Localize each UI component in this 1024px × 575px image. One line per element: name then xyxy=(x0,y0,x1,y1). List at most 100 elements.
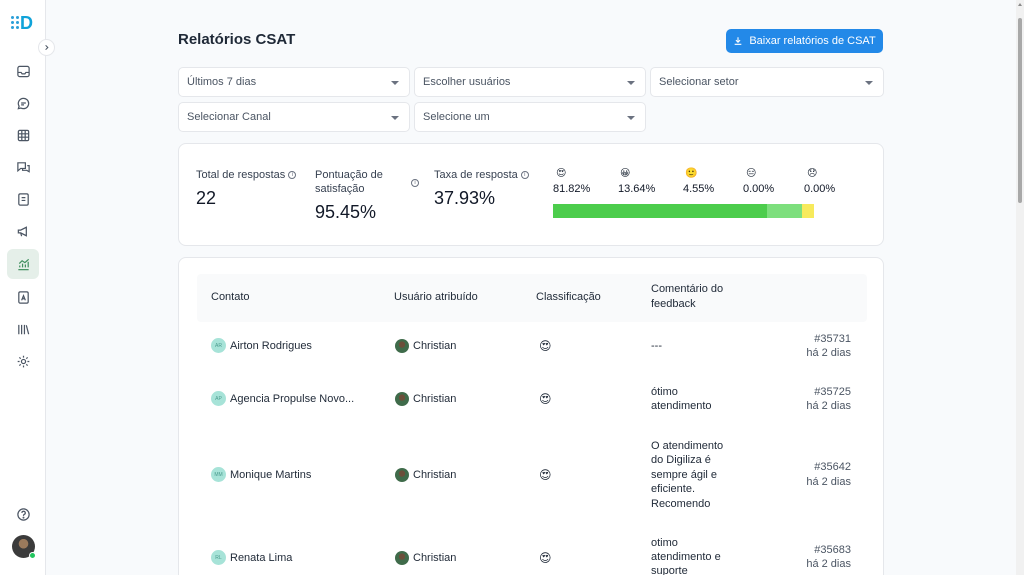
scroll-up-arrow-icon[interactable] xyxy=(1018,3,1022,6)
rating-pct-love: 81.82% xyxy=(553,183,591,195)
user-avatar[interactable] xyxy=(12,535,36,559)
ticket-number[interactable]: #35642 xyxy=(771,460,851,475)
agent-name: Christian xyxy=(413,469,457,481)
satisfaction-score-value: 95.45% xyxy=(315,202,377,222)
document-a-icon xyxy=(17,290,29,304)
agent-name: Christian xyxy=(413,340,457,352)
period-select[interactable]: Últimos 7 dias xyxy=(178,67,410,97)
response-rate-label: Taxa de resposta i xyxy=(434,168,529,182)
agent-avatar xyxy=(395,339,409,353)
rating-emoji-smile: 🙂 xyxy=(685,168,698,179)
feedback-comment: suporte xyxy=(651,565,688,575)
column-header-contact[interactable]: Contato xyxy=(211,290,250,305)
contact-name[interactable]: Agencia Propulse Novo... xyxy=(230,392,354,407)
feedback-comment: eficiente. xyxy=(651,483,696,495)
response-rate-value: 37.93% xyxy=(434,188,496,208)
reports-chart-icon xyxy=(17,258,29,270)
total-responses-value: 22 xyxy=(196,188,217,208)
rating-emoji: 😍 xyxy=(539,392,552,406)
inbox-icon xyxy=(16,65,30,77)
csat-stats-card: Total de respostas i 22 Pontuação de sat… xyxy=(178,143,884,246)
ticket-time: há 2 dias xyxy=(806,400,851,412)
rating-pct-smile: 4.55% xyxy=(683,183,715,195)
sidebar-item-inbox[interactable] xyxy=(7,56,39,86)
distribution-segment-happy xyxy=(766,204,803,218)
sidebar-item-grid[interactable] xyxy=(7,120,39,150)
agent-avatar xyxy=(395,392,409,406)
scrollbar-thumb[interactable] xyxy=(1018,18,1022,203)
feedback-comment: ótimo xyxy=(651,386,678,398)
feedback-comment: otimo xyxy=(651,537,678,549)
contact-avatar: MM xyxy=(211,467,226,482)
sidebar-item-library[interactable] xyxy=(7,314,39,344)
info-icon[interactable]: i xyxy=(520,171,529,180)
total-responses-label-text: Total de respostas xyxy=(196,169,286,181)
contact-name[interactable]: Airton Rodrigues xyxy=(230,339,312,354)
column-header-rating[interactable]: Classificação xyxy=(536,290,601,305)
main-content: Relatórios CSAT Baixar relatórios de CSA… xyxy=(46,0,1016,575)
rating-pct-happy: 13.64% xyxy=(618,183,656,195)
page-scrollbar[interactable] xyxy=(1016,0,1024,575)
feedback-table: Contato Usuário atribuído Classificação … xyxy=(178,257,884,575)
agent-name: Christian xyxy=(413,552,457,564)
gear-icon xyxy=(17,355,29,367)
sidebar-item-reports[interactable] xyxy=(7,249,39,279)
ticket-number[interactable]: #35683 xyxy=(771,543,851,558)
channel-select[interactable]: Selecionar Canal xyxy=(178,102,410,132)
channel-select-value: Selecionar Canal xyxy=(187,111,271,123)
contact-name[interactable]: Monique Martins xyxy=(230,468,311,483)
feedback-comment: atendimento e xyxy=(651,551,721,563)
sidebar-item-conversations[interactable] xyxy=(7,152,39,182)
ticket-time: há 2 dias xyxy=(806,558,851,570)
ticket-number[interactable]: #35731 xyxy=(771,332,851,347)
agent-avatar xyxy=(395,551,409,565)
sector-select[interactable]: Selecionar setor xyxy=(650,67,884,97)
feedback-comment: O atendimento xyxy=(651,440,724,452)
feedback-comment: Recomendo xyxy=(651,498,711,510)
chevron-down-icon xyxy=(391,116,399,120)
agent-avatar xyxy=(395,468,409,482)
sidebar-collapse-button[interactable] xyxy=(38,39,55,56)
column-header-comment-line1[interactable]: Comentário do xyxy=(651,282,723,297)
chat-bubble-icon xyxy=(16,97,29,110)
contact-name[interactable]: Renata Lima xyxy=(230,551,292,566)
download-csat-button[interactable]: Baixar relatórios de CSAT xyxy=(726,29,883,53)
sidebar-item-settings[interactable] xyxy=(7,346,39,376)
rating-emoji: 😍 xyxy=(539,339,552,353)
generic-select[interactable]: Selecione um xyxy=(414,102,646,132)
feedback-comment: atendimento xyxy=(651,400,712,412)
sidebar-item-chat[interactable] xyxy=(7,88,39,118)
column-header-assigned-user[interactable]: Usuário atribuído xyxy=(394,290,478,305)
rating-emoji-love: 😍 xyxy=(556,168,567,179)
logo-dots xyxy=(11,16,19,30)
ticket-number[interactable]: #35725 xyxy=(771,385,851,400)
chevron-down-icon xyxy=(627,81,635,85)
column-header-comment-line2[interactable]: feedback xyxy=(651,297,696,312)
table-header: Contato Usuário atribuído Classificação … xyxy=(197,274,867,322)
agent-name: Christian xyxy=(413,393,457,405)
chevron-down-icon xyxy=(627,116,635,120)
info-icon[interactable]: i xyxy=(288,171,297,180)
sidebar-item-documents[interactable] xyxy=(7,282,39,312)
users-select[interactable]: Escolher usuários xyxy=(414,67,646,97)
sidebar-item-campaigns[interactable] xyxy=(7,216,39,246)
help-circle-icon xyxy=(16,507,30,521)
rating-emoji-happy: 😀 xyxy=(620,168,631,179)
rating-emoji-neutral: 😑 xyxy=(746,168,757,179)
info-icon[interactable]: i xyxy=(411,179,419,187)
page-title: Relatórios CSAT xyxy=(178,31,296,48)
sidebar-item-contacts[interactable] xyxy=(7,184,39,214)
megaphone-icon xyxy=(17,225,27,237)
sidebar-item-help[interactable] xyxy=(7,499,39,529)
ticket-time: há 2 dias xyxy=(806,476,851,488)
distribution-segment-smile xyxy=(802,204,814,218)
online-status-dot xyxy=(29,552,36,559)
feedback-comment: do Digiliza é xyxy=(651,454,711,466)
users-select-value: Escolher usuários xyxy=(423,76,511,88)
sector-select-value: Selecionar setor xyxy=(659,76,739,88)
rating-pct-sad: 0.00% xyxy=(804,183,836,195)
period-select-value: Últimos 7 dias xyxy=(187,76,257,88)
download-button-label: Baixar relatórios de CSAT xyxy=(749,35,876,47)
chevron-down-icon xyxy=(865,81,873,85)
digiliza-logo[interactable]: D xyxy=(11,12,35,34)
